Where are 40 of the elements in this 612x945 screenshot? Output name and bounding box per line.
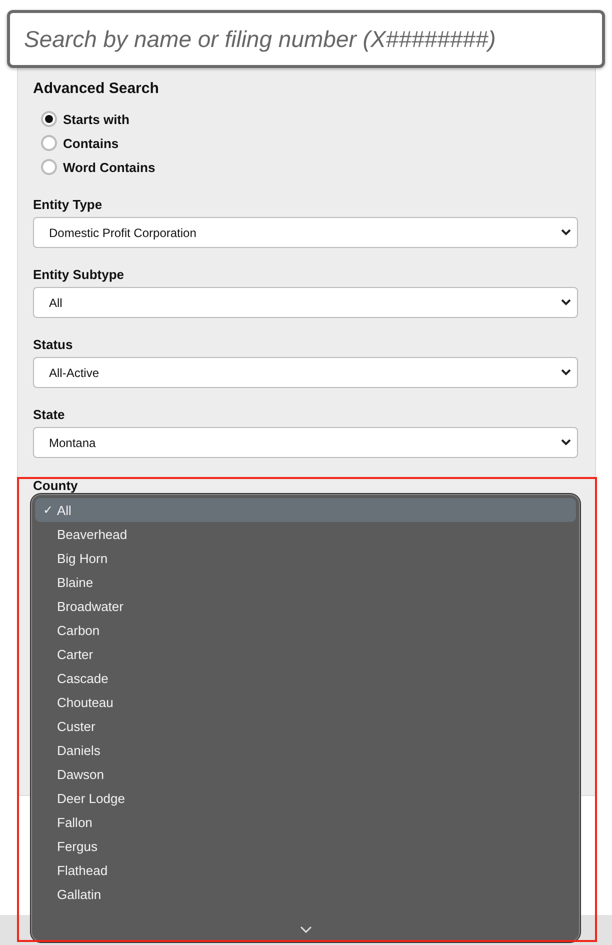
menu-item[interactable]: Blaine [35, 570, 576, 594]
radio-label: Starts with [63, 112, 130, 126]
check-icon: ✓ [43, 503, 57, 517]
field-label: Entity Type [33, 197, 102, 212]
field-label: Status [33, 337, 73, 352]
field-label: County [33, 478, 78, 493]
chevron-down-icon [561, 439, 571, 446]
chevron-down-icon [561, 229, 571, 236]
menu-item[interactable]: Broadwater [35, 594, 576, 618]
menu-item[interactable]: Cascade [35, 666, 576, 690]
menu-item[interactable]: Big Horn [35, 546, 576, 570]
chevron-down-icon [561, 299, 571, 306]
select-field[interactable]: Domestic Profit Corporation [33, 217, 578, 248]
radio-button[interactable] [41, 111, 57, 127]
chevron-down-icon [561, 369, 571, 376]
section-title: Advanced Search [33, 80, 160, 97]
menu-item[interactable]: Chouteau [35, 690, 576, 714]
select-field[interactable]: All-Active [33, 357, 578, 388]
field-label: State [33, 407, 65, 422]
select-field[interactable]: Montana [33, 427, 578, 458]
menu-item[interactable]: Fallon [35, 810, 576, 834]
chevron-down-icon[interactable] [300, 926, 312, 933]
menu-item[interactable]: Flathead [35, 858, 576, 882]
menu-item[interactable]: Dawson [35, 762, 576, 786]
radio-button[interactable] [41, 159, 57, 175]
menu-item[interactable]: Gallatin [35, 882, 576, 906]
select-field[interactable]: All [33, 287, 578, 318]
radio-label: Word Contains [63, 160, 156, 174]
menu-item[interactable]: Deer Lodge [35, 786, 576, 810]
menu-item[interactable]: ✓ All [35, 498, 576, 522]
field-label: Entity Subtype [33, 267, 124, 282]
radio-button[interactable] [41, 135, 57, 151]
menu-item[interactable]: Carbon [35, 618, 576, 642]
radio-label: Contains [63, 136, 119, 150]
menu-item[interactable]: Daniels [35, 738, 576, 762]
menu-item[interactable]: Beaverhead [35, 522, 576, 546]
search-field[interactable]: Search by name or filing number (X########) [7, 10, 605, 68]
menu-item[interactable]: Carter [35, 642, 576, 666]
menu-item[interactable]: Fergus [35, 834, 576, 858]
menu-item[interactable]: Custer [35, 714, 576, 738]
